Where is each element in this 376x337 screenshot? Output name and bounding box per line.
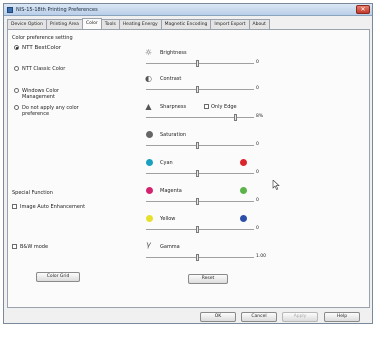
saturation-slider-track[interactable] [146,145,254,146]
close-button[interactable]: ✕ [356,5,370,14]
bestcolor-radio[interactable] [14,45,19,50]
color-tab-panel: Color preference setting NTT BestColor N… [7,29,370,308]
contrast-icon: ◐ [145,74,152,83]
windows-color-label-2: Management [22,94,55,100]
cyan-value: 0 [256,170,259,175]
bestcolor-label: NTT BestColor [22,45,62,51]
tab-import-export[interactable]: Import Export [210,19,250,29]
brightness-icon: ☼ [144,48,153,57]
windows-color-radio[interactable] [14,88,19,93]
tab-printing-area[interactable]: Printing Area [45,19,83,29]
cyan-label: Cyan [160,160,173,166]
blue-icon [240,215,247,222]
tab-about[interactable]: About [248,19,270,29]
red-icon [240,159,247,166]
printer-app-icon [7,7,13,13]
mouse-cursor-icon [272,180,280,190]
title-bar: NIS-15-18th Printing Preferences ✕ [4,4,372,16]
image-auto-enhancement-checkbox[interactable] [12,204,17,209]
cyan-icon [146,159,153,166]
yellow-slider-thumb[interactable] [196,226,199,233]
yellow-slider-track[interactable] [146,229,254,230]
color-grid-button[interactable]: Color Grid [36,272,80,282]
cyan-slider-thumb[interactable] [196,170,199,177]
classic-color-radio[interactable] [14,66,19,71]
magenta-label: Magenta [160,188,182,194]
window-title: NIS-15-18th Printing Preferences [16,7,98,13]
magenta-slider-track[interactable] [146,201,254,202]
saturation-value: 0 [256,142,259,147]
gamma-icon: γ [146,240,151,249]
brightness-label: Brightness [160,50,187,56]
magenta-icon [146,187,153,194]
tab-device-option[interactable]: Device Option [7,19,47,29]
sharpness-value: 8% [256,114,264,119]
classic-color-label: NTT Classic Color [22,66,66,72]
tab-strip: Device Option Printing Area Color Tools … [7,18,270,29]
gamma-slider-thumb[interactable] [196,254,199,261]
tab-magnetic-encoding[interactable]: Magnetic Encoding [160,19,212,29]
contrast-slider-thumb[interactable] [196,86,199,93]
cyan-slider-track[interactable] [146,173,254,174]
cancel-button[interactable]: Cancel [241,312,277,322]
saturation-icon [146,131,153,138]
no-color-pref-label-2: preference [22,111,50,117]
reset-button[interactable]: Reset [188,274,228,284]
tab-tools[interactable]: Tools [100,19,120,29]
contrast-slider-track[interactable] [146,89,254,90]
sharpness-slider-track[interactable] [146,117,254,118]
sharpness-label: Sharpness [160,104,187,110]
bw-mode-label: B&W mode [20,244,49,250]
saturation-slider-thumb[interactable] [196,142,199,149]
contrast-label: Contrast [160,76,182,82]
brightness-slider-track[interactable] [146,63,254,64]
printing-preferences-window: NIS-15-18th Printing Preferences ✕ Devic… [3,3,373,324]
yellow-icon [146,215,153,222]
tab-color[interactable]: Color [81,18,102,29]
brightness-value: 0 [256,60,259,65]
contrast-value: 0 [256,86,259,91]
only-edge-checkbox[interactable] [204,104,209,109]
apply-button[interactable]: Apply [282,312,318,322]
color-preference-heading: Color preference setting [12,35,73,41]
gamma-slider-track[interactable] [146,257,254,258]
special-function-heading: Special Function [12,190,53,196]
ok-button[interactable]: OK [200,312,236,322]
no-color-pref-radio[interactable] [14,105,19,110]
only-edge-label: Only Edge [211,104,237,110]
help-button[interactable]: Help [324,312,360,322]
green-icon [240,187,247,194]
gamma-label: Gamma [160,244,180,250]
tab-heating-energy[interactable]: Heating Energy [118,19,162,29]
brightness-slider-thumb[interactable] [196,60,199,67]
sharpness-icon: ▲ [145,102,152,111]
yellow-label: Yellow [160,216,176,222]
magenta-slider-thumb[interactable] [196,198,199,205]
yellow-value: 0 [256,226,259,231]
bw-mode-checkbox[interactable] [12,244,17,249]
gamma-value: 1.00 [256,254,267,259]
sharpness-slider-thumb[interactable] [234,114,237,121]
image-auto-enhancement-label: Image Auto Enhancement [20,204,86,210]
magenta-value: 0 [256,198,259,203]
saturation-label: Saturation [160,132,187,138]
